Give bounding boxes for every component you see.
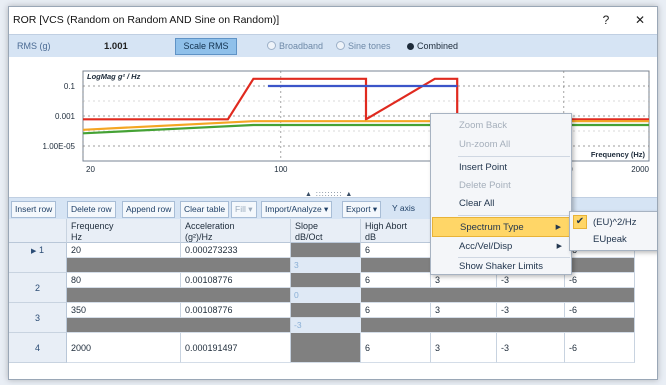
close-button[interactable]: ✕: [629, 11, 651, 29]
row-header-3[interactable]: 3: [9, 303, 67, 333]
rms-bar: RMS (g) 1.001 Scale RMS Broadband Sine t…: [9, 34, 657, 58]
row-header-4[interactable]: 4: [9, 333, 67, 363]
delete-row-button[interactable]: Delete row: [67, 201, 116, 218]
y-axis-label: LogMag g² / Hz: [87, 72, 141, 81]
col-slope-header[interactable]: Slope dB/Oct: [291, 219, 361, 243]
cell-high-abort-3[interactable]: 6: [361, 303, 431, 318]
col-acceleration-header[interactable]: Acceleration (g²)/Hz: [181, 219, 291, 243]
radio-broadband[interactable]: Broadband: [267, 41, 323, 51]
import-analyze-dropdown[interactable]: Import/Analyze ▾: [261, 201, 333, 218]
cell-frequency-4[interactable]: 2000: [67, 333, 181, 363]
y-tick-label: 0.001: [55, 112, 76, 121]
cell-slope-1: [291, 243, 361, 258]
clear-table-button[interactable]: Clear table: [180, 201, 230, 218]
slope-band-2b: [361, 288, 635, 303]
window-title: ROR [VCS (Random on Random AND Sine on R…: [13, 14, 280, 26]
slope-value-1[interactable]: 3: [291, 258, 364, 273]
col-high-abort-header[interactable]: High Abort dB: [361, 219, 431, 243]
cell-high-abort-1[interactable]: 6: [361, 243, 431, 258]
slope-band-1: [67, 258, 291, 273]
submenu-arrow-icon: ▶: [556, 243, 562, 250]
menu-zoom-back[interactable]: Zoom Back: [432, 116, 570, 136]
col-frequency-header[interactable]: Frequency Hz: [67, 219, 181, 243]
x-axis-label: Frequency (Hz): [591, 150, 646, 159]
menu-clear-all[interactable]: Clear All: [432, 194, 570, 214]
slope-value-2[interactable]: 0: [291, 288, 364, 303]
radio-sine-tones[interactable]: Sine tones: [336, 41, 391, 51]
menu-unzoom-all[interactable]: Un-zoom All: [432, 135, 570, 155]
slope-band-2: [67, 288, 291, 303]
cell-slope-2: [291, 273, 361, 288]
submenu-eu2-hz[interactable]: ✔ (EU)^2/Hz: [571, 214, 657, 231]
row-header-1[interactable]: ▶ 1: [9, 243, 67, 273]
table-corner: [9, 219, 67, 243]
cell-col7-3[interactable]: -6: [565, 303, 635, 318]
menu-acc-vel-disp[interactable]: Acc/Vel/Disp ▶: [432, 237, 570, 257]
cell-col7-2[interactable]: -6: [565, 273, 635, 288]
help-button[interactable]: ?: [595, 11, 617, 29]
append-row-button[interactable]: Append row: [122, 201, 176, 218]
cell-frequency-1[interactable]: 20: [67, 243, 181, 258]
vcs-window: ROR [VCS (Random on Random AND Sine on R…: [8, 6, 658, 380]
cell-slope-3: [291, 303, 361, 318]
cell-acceleration-4[interactable]: 0.000191497: [181, 333, 291, 363]
slope-band-3b: [361, 318, 635, 333]
cell-slope-4: [291, 333, 361, 363]
cell-acceleration-3[interactable]: 0.00108776: [181, 303, 291, 318]
cell-col5-4[interactable]: 3: [431, 333, 497, 363]
menu-spectrum-type[interactable]: Spectrum Type ▶: [432, 217, 570, 237]
cell-acceleration-2[interactable]: 0.00108776: [181, 273, 291, 288]
menu-delete-point[interactable]: Delete Point: [432, 176, 570, 196]
menu-separator: [458, 215, 570, 216]
cell-col7-4[interactable]: -6: [565, 333, 635, 363]
cell-col6-4[interactable]: -3: [497, 333, 565, 363]
x-tick-label: 100: [274, 165, 288, 174]
submenu-arrow-icon: ▶: [555, 224, 561, 231]
cell-acceleration-1[interactable]: 0.000273233: [181, 243, 291, 258]
slope-band-3: [67, 318, 291, 333]
spectrum-type-submenu: ✔ (EU)^2/Hz EUpeak: [569, 211, 657, 251]
chart-context-menu: Zoom Back Un-zoom All Insert Point Delet…: [430, 113, 572, 275]
x-tick-label: 20: [86, 165, 95, 174]
fill-dropdown[interactable]: Fill ▾: [231, 201, 257, 218]
cell-high-abort-4[interactable]: 6: [361, 333, 431, 363]
checkmark-icon: ✔: [573, 215, 587, 229]
cell-high-abort-2[interactable]: 6: [361, 273, 431, 288]
scale-rms-button[interactable]: Scale RMS: [175, 38, 237, 55]
rms-value: 1.001: [104, 41, 128, 52]
radio-combined[interactable]: Combined: [407, 41, 458, 51]
cell-col5-3[interactable]: 3: [431, 303, 497, 318]
export-dropdown[interactable]: Export ▾: [342, 201, 382, 218]
cell-frequency-2[interactable]: 80: [67, 273, 181, 288]
rms-label: RMS (g): [17, 41, 51, 51]
menu-insert-point[interactable]: Insert Point: [432, 158, 570, 178]
y-axis-button[interactable]: Y axis: [389, 201, 418, 216]
row-header-2[interactable]: 2: [9, 273, 67, 303]
cell-frequency-3[interactable]: 350: [67, 303, 181, 318]
submenu-eupeak[interactable]: EUpeak: [571, 231, 657, 248]
menu-separator: [458, 156, 570, 157]
y-tick-label: 1.00E-05: [43, 142, 76, 151]
y-tick-label: 0.1: [64, 82, 76, 91]
cell-col6-3[interactable]: -3: [497, 303, 565, 318]
menu-show-shaker-limits[interactable]: Show Shaker Limits: [432, 257, 570, 277]
title-bar: ROR [VCS (Random on Random AND Sine on R…: [9, 7, 657, 33]
x-tick-label: 2000: [631, 165, 649, 174]
slope-value-3[interactable]: -3: [291, 318, 364, 333]
insert-row-button[interactable]: Insert row: [11, 201, 57, 218]
